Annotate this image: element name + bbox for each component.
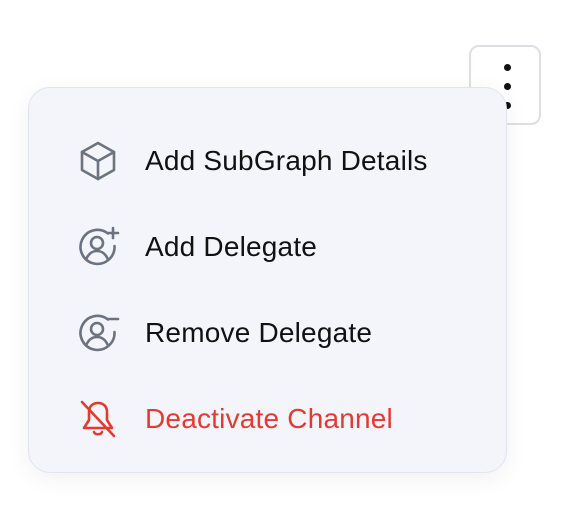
user-add-icon bbox=[75, 224, 121, 270]
dropdown-menu: Add SubGraph Details Add Delegate Remove… bbox=[28, 87, 507, 473]
menu-item-label: Remove Delegate bbox=[145, 317, 373, 348]
bell-off-icon bbox=[75, 396, 121, 442]
cube-icon bbox=[75, 138, 121, 184]
menu-item-deactivate-channel[interactable]: Deactivate Channel bbox=[75, 395, 393, 443]
menu-item-label: Deactivate Channel bbox=[145, 403, 393, 434]
options-menu-stage: Add SubGraph Details Add Delegate Remove… bbox=[0, 0, 588, 532]
menu-item-label: Add SubGraph Details bbox=[145, 145, 428, 176]
menu-item-label: Add Delegate bbox=[145, 231, 318, 262]
menu-item-remove-delegate[interactable]: Remove Delegate bbox=[75, 309, 372, 357]
user-remove-icon bbox=[75, 310, 121, 356]
menu-item-add-delegate[interactable]: Add Delegate bbox=[75, 223, 317, 271]
menu-item-add-subgraph-details[interactable]: Add SubGraph Details bbox=[75, 137, 428, 185]
